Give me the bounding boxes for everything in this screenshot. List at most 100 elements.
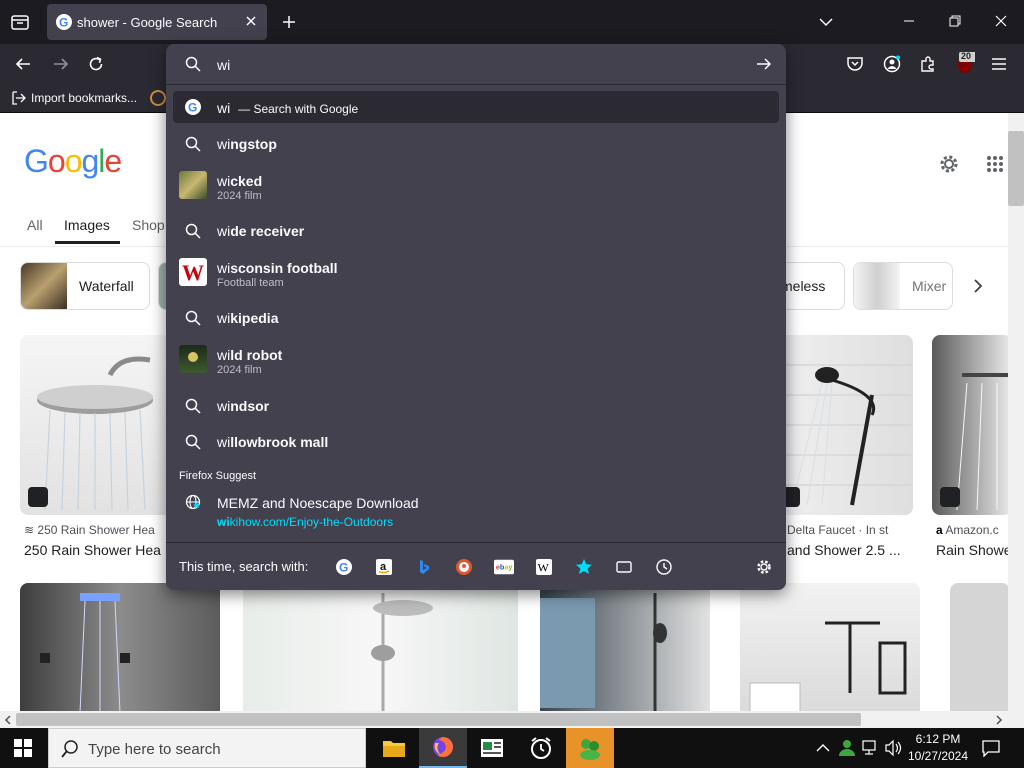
search-icon — [185, 56, 201, 72]
import-icon — [12, 91, 26, 105]
restore-icon[interactable] — [948, 14, 962, 28]
suggestion-row[interactable]: willowbrook mall — [173, 426, 779, 458]
network-icon[interactable] — [862, 740, 880, 756]
scroll-right-icon[interactable] — [995, 715, 1003, 725]
tab-shop[interactable]: Shop — [132, 217, 165, 233]
chip-thumbnail — [21, 263, 67, 309]
search-settings-gear-icon[interactable] — [754, 557, 774, 577]
bookmarks-star-icon[interactable] — [574, 557, 594, 577]
import-bookmarks-button[interactable]: Import bookmarks... — [12, 91, 137, 105]
reload-icon[interactable] — [87, 55, 105, 73]
suggestion-row[interactable]: wicked 2024 film — [173, 165, 779, 205]
history-clock-icon[interactable] — [654, 557, 674, 577]
amazon-engine-icon[interactable]: a — [374, 557, 394, 577]
suggestion-row[interactable]: wikipedia — [173, 302, 779, 334]
ublock-extension-icon[interactable]: 20 — [955, 51, 975, 74]
ebay-engine-icon[interactable]: ebay — [494, 557, 514, 577]
tray-chevron-up-icon[interactable] — [816, 741, 830, 755]
suggestion-text: wild robot — [217, 347, 283, 363]
scrollbar-thumb[interactable] — [1008, 131, 1024, 206]
list-tabs-chevron-icon[interactable] — [818, 14, 834, 30]
suggestion-search-with-google[interactable]: G wi — Search with Google — [173, 91, 779, 123]
urlbar-input[interactable]: wi — [217, 57, 230, 73]
bookmark-favicon-icon[interactable] — [150, 90, 166, 106]
chip-thumbnail — [854, 263, 900, 309]
extensions-puzzle-icon[interactable] — [919, 55, 937, 73]
google-icon: G — [185, 99, 201, 115]
apps-grid-icon[interactable] — [986, 155, 1004, 173]
chip-waterfall[interactable]: Waterfall — [20, 262, 150, 310]
svg-text:G: G — [59, 16, 68, 30]
alarm-clock-icon[interactable] — [517, 728, 565, 768]
suggestion-row[interactable]: wild robot 2024 film — [173, 339, 779, 379]
taskbar-search-icon — [61, 740, 79, 758]
result-image[interactable] — [932, 335, 1008, 515]
new-tab-icon[interactable] — [281, 14, 297, 30]
result-title: Rain Showe — [936, 542, 1008, 558]
firefox-taskbar-icon[interactable] — [419, 728, 467, 768]
firefox-suggest-result[interactable]: MEMZ and Noescape Download wikihow.com/E… — [173, 488, 779, 529]
svg-text:W: W — [182, 260, 204, 285]
settings-gear-icon[interactable] — [938, 153, 960, 175]
suggestion-row[interactable]: windsor — [173, 390, 779, 422]
account-icon[interactable] — [883, 55, 901, 73]
svg-text:ebay: ebay — [496, 563, 513, 572]
people-tray-icon[interactable] — [838, 739, 856, 757]
search-icon — [185, 136, 201, 152]
news-app-icon[interactable] — [468, 728, 516, 768]
horizontal-scrollbar[interactable] — [0, 711, 1024, 728]
chip-mixer[interactable]: Mixer — [853, 262, 953, 310]
urlbar-separator — [166, 84, 786, 85]
back-arrow-icon[interactable] — [14, 55, 32, 73]
svg-text:G: G — [339, 561, 348, 575]
wikipedia-engine-icon[interactable]: W — [534, 557, 554, 577]
suggestion-row[interactable]: wide receiver — [173, 215, 779, 247]
result-image[interactable] — [740, 583, 920, 711]
tab-strip: G shower - Google Search — [0, 0, 1024, 44]
file-explorer-icon[interactable] — [370, 728, 418, 768]
suggestion-subtitle: 2024 film — [217, 364, 262, 376]
svg-text:W: W — [538, 561, 550, 575]
notifications-icon[interactable] — [982, 739, 1000, 757]
active-tab[interactable]: G shower - Google Search — [47, 4, 267, 40]
result-image[interactable] — [243, 583, 518, 711]
windows-start-icon[interactable] — [14, 739, 32, 757]
bing-engine-icon[interactable] — [414, 557, 434, 577]
taskbar-clock[interactable]: 6:12 PM 10/27/2024 — [898, 731, 978, 765]
app-menu-icon[interactable] — [991, 56, 1007, 72]
tab-all[interactable]: All — [27, 217, 43, 233]
suggestion-text: wide receiver — [217, 223, 305, 239]
suggestion-row[interactable]: wingstop — [173, 128, 779, 160]
close-tab-icon[interactable] — [244, 14, 258, 28]
scrollbar-thumb[interactable] — [16, 713, 861, 726]
pocket-icon[interactable] — [846, 55, 864, 73]
search-icon — [185, 434, 201, 450]
google-logo[interactable]: Google — [24, 143, 122, 180]
tab-title: shower - Google Search — [77, 15, 218, 30]
result-image[interactable] — [20, 335, 180, 515]
taskbar-search-box[interactable]: Type here to search — [48, 728, 366, 768]
result-image[interactable] — [540, 583, 710, 711]
result-image[interactable] — [20, 583, 220, 711]
result-source: a Amazon.c — [936, 523, 999, 537]
duckduckgo-engine-icon[interactable] — [454, 557, 474, 577]
vertical-scrollbar[interactable] — [1008, 113, 1024, 711]
tabs-icon[interactable] — [614, 557, 634, 577]
minimize-icon[interactable] — [902, 14, 916, 28]
chat-app-icon[interactable] — [566, 728, 614, 768]
suggestion-text: wikipedia — [217, 310, 279, 326]
result-image[interactable] — [950, 583, 1008, 711]
chips-next-chevron-icon[interactable] — [970, 278, 986, 294]
result-image[interactable] — [772, 335, 913, 515]
suggestion-text: willowbrook mall — [217, 434, 329, 450]
google-engine-icon[interactable]: G — [334, 557, 354, 577]
suggestion-subtitle: Football team — [217, 277, 284, 289]
tab-overview-icon[interactable] — [10, 12, 30, 32]
forward-arrow-icon[interactable] — [52, 55, 70, 73]
go-arrow-icon[interactable] — [756, 56, 772, 72]
result-title: and Shower 2.5 ... — [787, 542, 901, 558]
tab-images[interactable]: Images — [64, 217, 110, 233]
suggestion-row[interactable]: W wisconsin football Football team — [173, 252, 779, 292]
close-window-icon[interactable] — [994, 14, 1008, 28]
scroll-left-icon[interactable] — [4, 715, 12, 725]
